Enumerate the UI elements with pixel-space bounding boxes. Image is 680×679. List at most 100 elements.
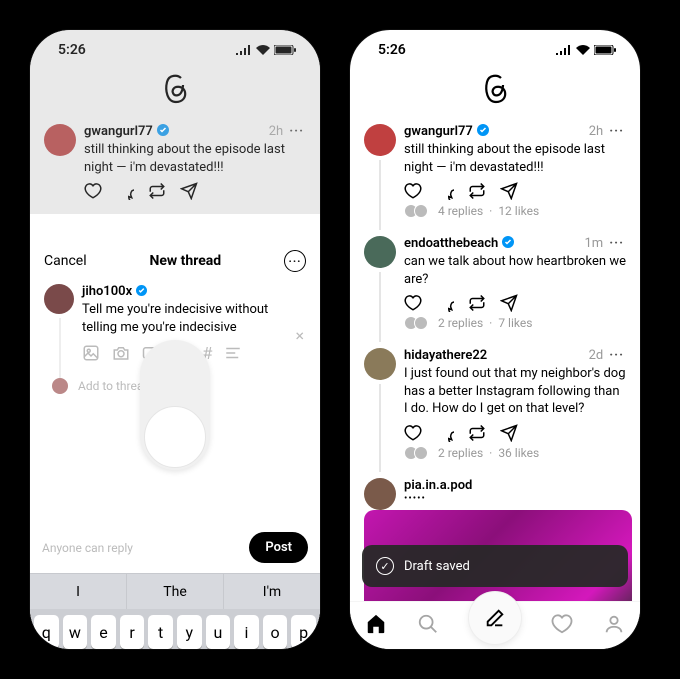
drag-handle[interactable]	[144, 406, 206, 468]
repost-icon[interactable]	[468, 424, 486, 442]
post-button[interactable]: Post	[249, 532, 308, 563]
share-icon[interactable]	[500, 424, 518, 442]
username[interactable]: gwangurl77	[404, 124, 473, 139]
key-u[interactable]: u	[206, 615, 231, 649]
post-actions	[84, 182, 306, 200]
avatar-cluster	[404, 446, 428, 460]
feed-post[interactable]: endoatthebeach 1m ··· can we talk about …	[350, 228, 640, 340]
heart-icon	[551, 613, 573, 635]
more-icon[interactable]: ···	[607, 348, 626, 363]
timestamp: 2h	[589, 124, 603, 139]
username[interactable]: endoatthebeach	[404, 236, 498, 251]
feed-post[interactable]: gwangurl77 2h ··· still thinking about t…	[350, 116, 640, 228]
avatar[interactable]	[364, 478, 396, 510]
avatar[interactable]	[364, 236, 396, 268]
avatar[interactable]	[364, 348, 396, 380]
status-time: 5:26	[378, 42, 406, 58]
home-icon	[365, 613, 387, 635]
poll-icon[interactable]	[224, 344, 242, 362]
composer-text-input[interactable]: Tell me you're indecisive without tellin…	[82, 301, 306, 336]
username[interactable]: pia.in.a.pod	[404, 478, 472, 493]
key-t[interactable]: t	[148, 615, 173, 649]
status-bar: 5:26	[350, 30, 640, 70]
tab-search[interactable]	[417, 613, 439, 639]
heart-icon[interactable]	[404, 424, 422, 442]
reply-icon[interactable]	[436, 182, 454, 200]
heart-icon[interactable]	[404, 182, 422, 200]
post-meta[interactable]: 2 replies · 36 likes	[404, 446, 626, 460]
key-o[interactable]: o	[263, 615, 288, 649]
cancel-button[interactable]: Cancel	[44, 253, 87, 269]
heart-icon[interactable]	[404, 294, 422, 312]
tab-bar	[350, 601, 640, 649]
post-text: still thinking about the episode last ni…	[84, 141, 306, 176]
key-r[interactable]: r	[120, 615, 145, 649]
replies-count: 2 replies	[438, 316, 483, 330]
check-circle-icon: ✓	[376, 557, 394, 575]
likes-count: 36 likes	[498, 446, 539, 460]
tab-profile[interactable]	[603, 613, 625, 639]
composer-more-button[interactable]: ···	[284, 250, 306, 272]
status-bar: 5:26	[30, 30, 320, 70]
tab-activity[interactable]	[551, 613, 573, 639]
post-dots: •••••	[404, 493, 626, 504]
threads-logo	[350, 70, 640, 116]
avatar-cluster	[404, 204, 428, 218]
composer-footer: Anyone can reply Post	[30, 522, 320, 573]
kbd-suggest-1[interactable]: I	[30, 574, 127, 609]
reply-icon[interactable]	[436, 294, 454, 312]
audience-selector[interactable]: Anyone can reply	[42, 541, 133, 555]
camera-icon[interactable]	[112, 344, 130, 362]
post-meta[interactable]: 4 replies · 12 likes	[404, 204, 626, 218]
username: gwangurl77	[84, 124, 153, 139]
replies-count: 4 replies	[438, 204, 483, 218]
search-icon	[417, 613, 439, 635]
mini-avatar	[52, 378, 68, 394]
repost-icon[interactable]	[468, 294, 486, 312]
key-q[interactable]: q	[34, 615, 59, 649]
dimmed-background: 5:26 gwangurl77 2h ··· stil	[30, 30, 320, 214]
verified-icon	[502, 236, 514, 251]
repost-icon[interactable]	[468, 182, 486, 200]
key-w[interactable]: w	[63, 615, 88, 649]
phone-left: 5:26 gwangurl77 2h ··· stil	[30, 30, 320, 649]
post-text: can we talk about how heartbroken we are…	[404, 253, 626, 288]
share-icon[interactable]	[500, 294, 518, 312]
status-icons	[556, 45, 616, 55]
heart-icon	[84, 182, 102, 200]
feed-post[interactable]: hidayathere22 2d ··· I just found out th…	[350, 340, 640, 470]
share-icon[interactable]	[500, 182, 518, 200]
post-text: still thinking about the episode last ni…	[404, 141, 626, 176]
image-icon[interactable]	[82, 344, 100, 362]
composer-title: New thread	[149, 253, 221, 269]
post-actions	[404, 424, 626, 442]
phone-right: 5:26 gwangurl77 2h ··· still thinking ab…	[350, 30, 640, 649]
wifi-icon	[256, 45, 270, 55]
reply-icon[interactable]	[436, 424, 454, 442]
tab-compose[interactable]	[469, 592, 521, 644]
status-time: 5:26	[58, 42, 86, 58]
key-i[interactable]: i	[234, 615, 259, 649]
signal-icon	[556, 45, 572, 55]
kbd-suggest-2[interactable]: The	[127, 574, 224, 609]
composer-username: jiho100x	[82, 284, 132, 299]
verified-icon	[157, 124, 169, 139]
drag-pill-overlay[interactable]	[140, 340, 210, 470]
tab-home[interactable]	[365, 613, 387, 639]
post-meta[interactable]: 2 replies · 7 likes	[404, 316, 626, 330]
feed[interactable]: gwangurl77 2h ··· still thinking about t…	[350, 70, 640, 601]
toast-draft-saved: ✓ Draft saved	[362, 545, 628, 587]
more-icon[interactable]: ···	[607, 236, 626, 251]
close-icon[interactable]: ×	[295, 326, 304, 345]
key-y[interactable]: y	[177, 615, 202, 649]
reply-icon	[116, 182, 134, 200]
key-p[interactable]: p	[291, 615, 316, 649]
likes-count: 7 likes	[498, 316, 532, 330]
key-e[interactable]: e	[91, 615, 116, 649]
avatar[interactable]	[364, 124, 396, 156]
kbd-suggest-3[interactable]: I'm	[224, 574, 320, 609]
more-icon[interactable]: ···	[607, 124, 626, 139]
compose-icon	[484, 607, 506, 629]
timestamp: 2h	[269, 124, 283, 139]
username[interactable]: hidayathere22	[404, 348, 487, 363]
